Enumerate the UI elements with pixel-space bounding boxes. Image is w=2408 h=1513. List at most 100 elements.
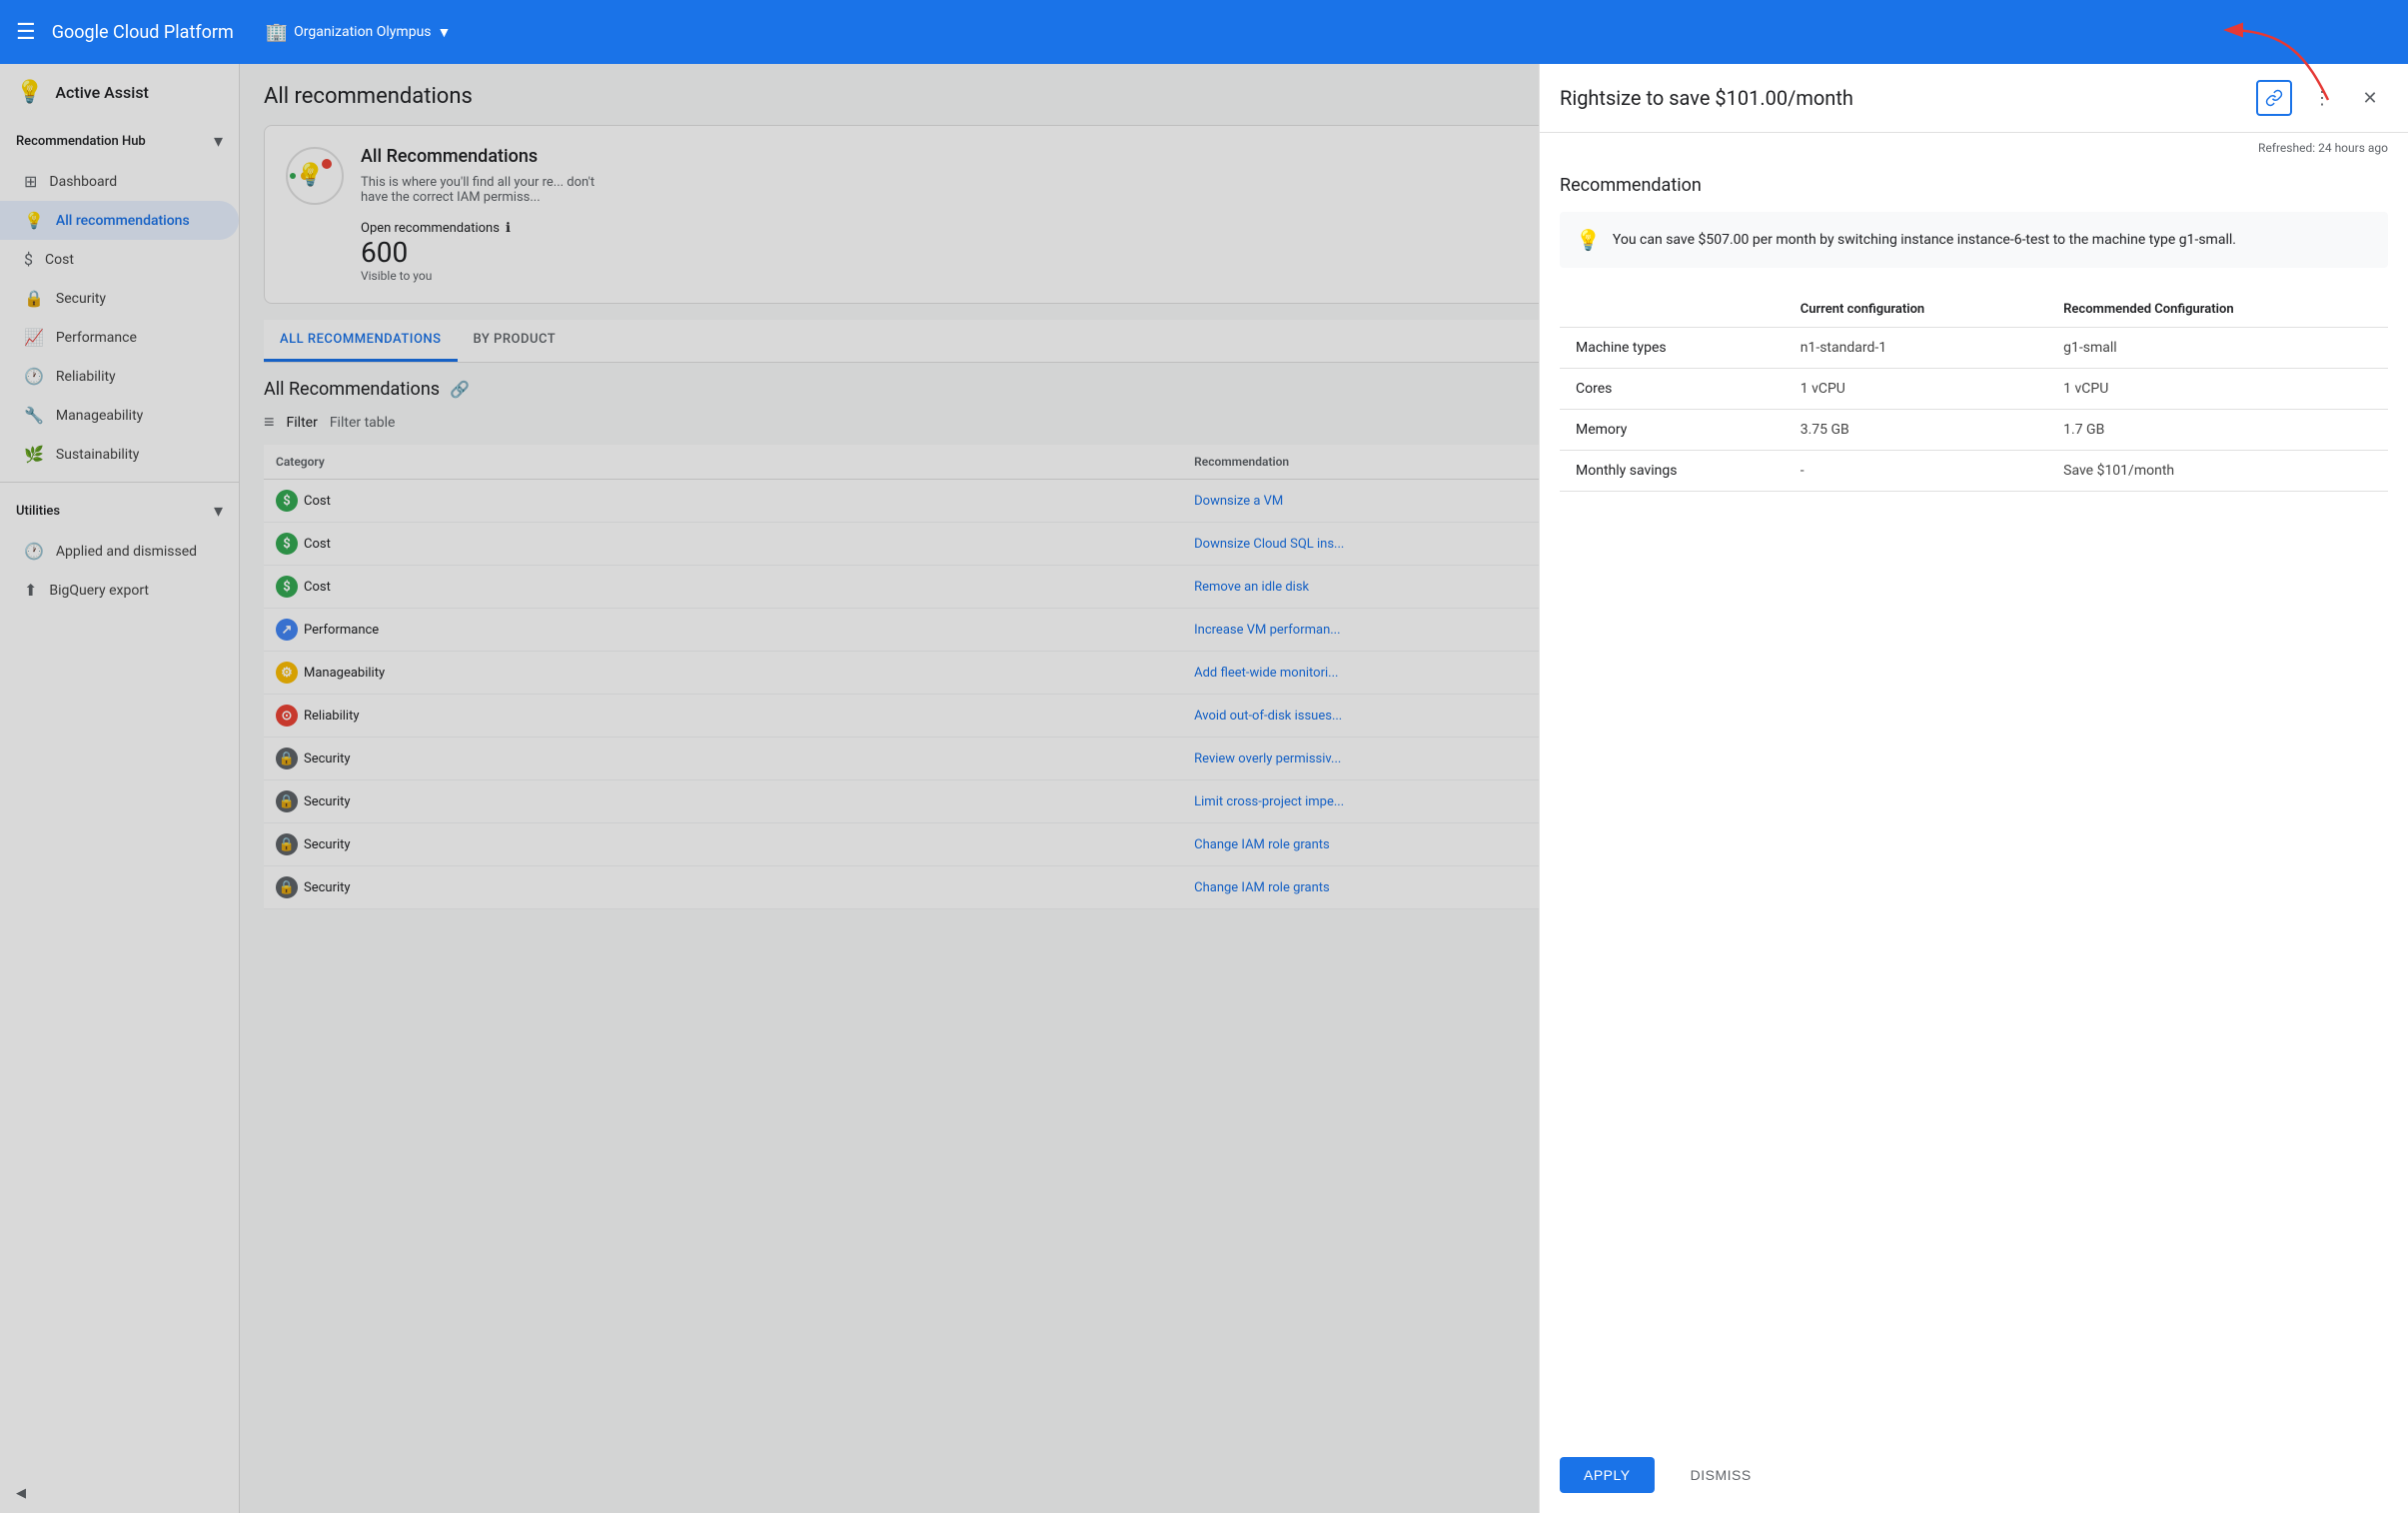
sidebar-divider <box>0 482 239 483</box>
config-row: Cores 1 vCPU 1 vCPU <box>1560 369 2388 410</box>
table-cell-category: $ Cost <box>264 566 1182 609</box>
reco-link[interactable]: Downsize Cloud SQL ins... <box>1194 537 1344 552</box>
sidebar-icon-reliability: 🕐 <box>24 367 44 386</box>
org-selector[interactable]: 🏢 Organization Olympus ▼ <box>266 22 452 43</box>
dismiss-button[interactable]: DISMISS <box>1667 1457 1776 1493</box>
refreshed-label: Refreshed: 24 hours ago <box>1540 133 2408 155</box>
sidebar-icon-manageability: 🔧 <box>24 406 44 425</box>
detail-info-box: 💡 You can save $507.00 per month by swit… <box>1560 212 2388 268</box>
table-cell-category: 🔒 Security <box>264 866 1182 909</box>
sidebar-item-all-recommendations[interactable]: 💡 All recommendations <box>0 201 239 240</box>
action-buttons: APPLY DISMISS <box>1540 1437 2408 1513</box>
sidebar-label-cost: Cost <box>45 252 74 268</box>
more-options-button[interactable]: ⋮ <box>2304 80 2340 116</box>
reco-link[interactable]: Review overly permissiv... <box>1194 752 1341 766</box>
sidebar-item-security[interactable]: 🔒 Security <box>0 279 239 318</box>
tab-all-recommendations[interactable]: ALL RECOMMENDATIONS <box>264 320 458 362</box>
sidebar-label-applied-dismissed: Applied and dismissed <box>56 544 197 560</box>
config-row-recommended: 1.7 GB <box>2047 410 2388 451</box>
org-name: Organization Olympus <box>294 24 431 40</box>
table-cell-category: 🔒 Security <box>264 738 1182 780</box>
sidebar-icon-dashboard: ⊞ <box>24 172 37 191</box>
copy-link-button[interactable] <box>2256 80 2292 116</box>
filter-label[interactable]: Filter <box>287 415 318 431</box>
utilities-chevron: ▾ <box>214 501 223 522</box>
config-row: Monthly savings - Save $101/month <box>1560 451 2388 492</box>
utilities-header[interactable]: Utilities ▾ <box>0 491 239 532</box>
category-badge-icon: 🔒 <box>276 876 298 898</box>
reco-link[interactable]: Remove an idle disk <box>1194 580 1309 595</box>
reco-link[interactable]: Avoid out-of-disk issues... <box>1194 709 1342 724</box>
reco-link[interactable]: Increase VM performan... <box>1194 623 1340 638</box>
reco-link[interactable]: Limit cross-project impe... <box>1194 794 1344 809</box>
config-table: Current configuration Recommended Config… <box>1560 292 2388 492</box>
all-reco-desc: This is where you'll find all your re...… <box>361 175 620 205</box>
hamburger-icon[interactable]: ☰ <box>16 20 36 45</box>
sidebar-collapse-btn[interactable]: ◀ <box>0 1474 239 1513</box>
org-icon: 🏢 <box>266 22 288 43</box>
open-reco-count: 600 <box>361 236 620 269</box>
reco-text-block: All Recommendations This is where you'll… <box>361 146 620 283</box>
sidebar: 💡 Active Assist Recommendation Hub ▾ ⊞ D… <box>0 64 240 1513</box>
sidebar-item-sustainability[interactable]: 🌿 Sustainability <box>0 435 239 474</box>
sidebar-icon-cost: $ <box>24 250 33 269</box>
all-reco-title: All Recommendations <box>361 146 620 167</box>
utilities-label: Utilities <box>16 504 60 519</box>
detail-actions: ⋮ ✕ <box>2256 80 2388 116</box>
sidebar-label-sustainability: Sustainability <box>56 447 139 463</box>
recommendation-hub-header[interactable]: Recommendation Hub ▾ <box>0 121 239 162</box>
config-row-label: Monthly savings <box>1560 451 1785 492</box>
category-name: Manageability <box>304 666 385 681</box>
section-link-icon[interactable]: 🔗 <box>450 380 470 399</box>
detail-title: Rightsize to save $101.00/month <box>1560 86 1853 110</box>
category-name: Security <box>304 880 351 895</box>
section-title: Recommendation <box>1560 175 2388 196</box>
reco-link[interactable]: Change IAM role grants <box>1194 880 1330 895</box>
active-assist-icon: 💡 <box>16 80 43 105</box>
recommendation-hub-chevron: ▾ <box>214 131 223 152</box>
link-icon <box>2265 89 2283 107</box>
sidebar-item-dashboard[interactable]: ⊞ Dashboard <box>0 162 239 201</box>
table-cell-category: $ Cost <box>264 480 1182 523</box>
sidebar-item-bigquery-export[interactable]: ⬆ BigQuery export <box>0 571 239 610</box>
open-reco-label: Open recommendations <box>361 221 500 236</box>
reco-icon-container: 💡 <box>285 146 345 206</box>
sidebar-label-security: Security <box>56 291 106 307</box>
apply-button[interactable]: APPLY <box>1560 1457 1655 1493</box>
category-badge-icon: 🔒 <box>276 790 298 812</box>
reco-link[interactable]: Add fleet-wide monitori... <box>1194 666 1338 681</box>
category-badge-icon: ↗ <box>276 619 298 641</box>
reco-link[interactable]: Change IAM role grants <box>1194 837 1330 852</box>
sidebar-item-performance[interactable]: 📈 Performance <box>0 318 239 357</box>
config-row-recommended: 1 vCPU <box>2047 369 2388 410</box>
table-cell-category: $ Cost <box>264 523 1182 566</box>
config-col-current: Current configuration <box>1785 292 2047 328</box>
category-name: Performance <box>304 623 379 638</box>
sidebar-item-applied-dismissed[interactable]: 🕐 Applied and dismissed <box>0 532 239 571</box>
recommendation-hub-label: Recommendation Hub <box>16 134 146 149</box>
app-logo: Google Cloud Platform <box>52 22 234 43</box>
sidebar-item-cost[interactable]: $ Cost <box>0 240 239 279</box>
sidebar-item-reliability[interactable]: 🕐 Reliability <box>0 357 239 396</box>
sidebar-icon-performance: 📈 <box>24 328 44 347</box>
category-badge-icon: $ <box>276 533 298 555</box>
tab-by-product[interactable]: BY PRODUCT <box>458 320 573 362</box>
sidebar-label-dashboard: Dashboard <box>49 174 117 190</box>
reco-link[interactable]: Downsize a VM <box>1194 494 1283 509</box>
category-name: Cost <box>304 537 331 552</box>
config-row-label: Machine types <box>1560 328 1785 369</box>
detail-header: Rightsize to save $101.00/month ⋮ ✕ <box>1540 64 2408 133</box>
sidebar-icon-applied-dismissed: 🕐 <box>24 542 44 561</box>
reco-icon-svg: 💡 <box>285 146 345 206</box>
collapse-icon: ◀ <box>16 1486 26 1501</box>
table-cell-category: ⊙ Reliability <box>264 695 1182 738</box>
detail-panel: Rightsize to save $101.00/month ⋮ ✕ Refr… <box>1539 64 2408 1513</box>
sidebar-icon-all-recommendations: 💡 <box>24 211 44 230</box>
config-row-current: 3.75 GB <box>1785 410 2047 451</box>
info-icon: ℹ <box>506 221 511 236</box>
close-button[interactable]: ✕ <box>2352 80 2388 116</box>
category-name: Security <box>304 794 351 809</box>
category-badge-icon: $ <box>276 490 298 512</box>
sidebar-item-manageability[interactable]: 🔧 Manageability <box>0 396 239 435</box>
category-name: Cost <box>304 580 331 595</box>
